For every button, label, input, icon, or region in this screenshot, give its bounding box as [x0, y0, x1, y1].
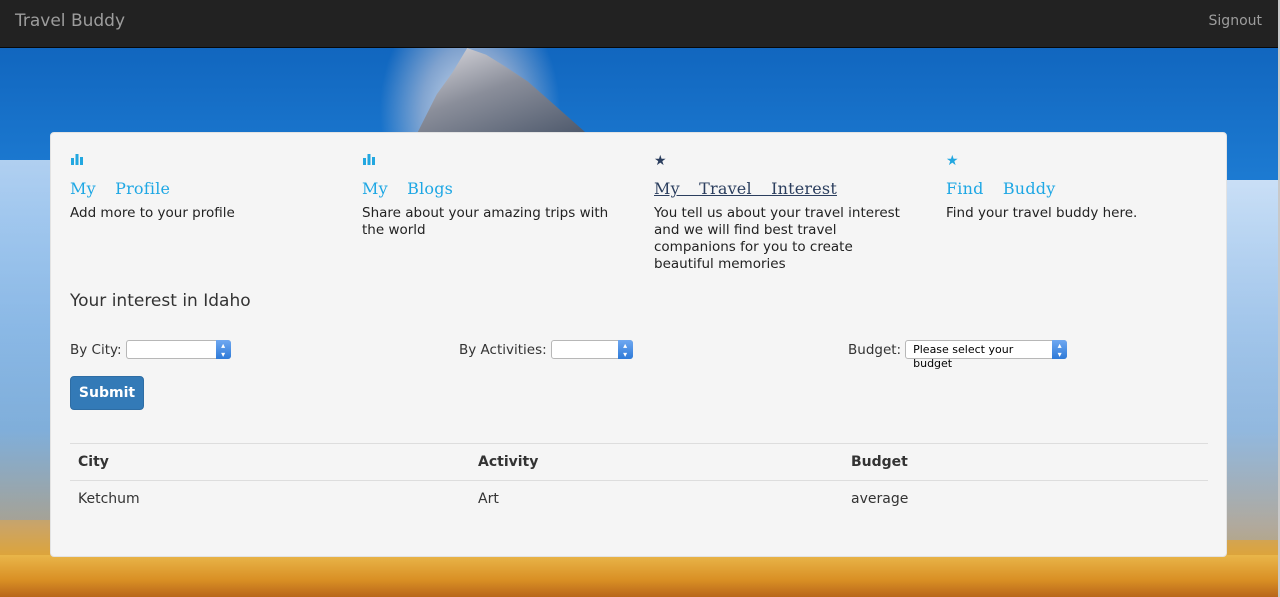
table-row: Ketchum Art average	[70, 481, 1208, 518]
my-profile-link[interactable]: My Profile	[70, 179, 325, 198]
column-header-budget: Budget	[843, 443, 1208, 481]
select-arrows-icon: ▴ ▾	[617, 340, 633, 359]
find-buddy-link[interactable]: Find Buddy	[946, 179, 1201, 198]
my-blogs-link[interactable]: My Blogs	[362, 179, 617, 198]
star-icon: ★	[946, 153, 959, 169]
main-panel: My Profile Add more to your profile My B…	[50, 132, 1227, 557]
budget-filter-label: Budget:	[848, 341, 902, 358]
feature-find-buddy: ★ Find Buddy Find your travel buddy here…	[946, 153, 1201, 222]
cell-city: Ketchum	[78, 491, 140, 508]
interest-heading: Your interest in Idaho	[70, 291, 251, 311]
find-buddy-description: Find your travel buddy here.	[946, 205, 1138, 221]
cell-budget: average	[851, 491, 909, 508]
budget-select-value: Please select your budget	[913, 343, 1014, 370]
column-header-city: City	[70, 443, 470, 481]
city-select[interactable]: ▴ ▾	[125, 340, 231, 359]
field-image	[0, 555, 1278, 597]
star-icon: ★	[654, 153, 667, 169]
column-header-activity: Activity	[470, 443, 843, 481]
my-travel-interest-link[interactable]: My Travel Interest	[654, 179, 909, 198]
city-filter: By City: ▴ ▾	[70, 340, 231, 359]
results-table: City Activity Budget Ketchum Art average	[70, 443, 1208, 518]
my-blogs-description: Share about your amazing trips with the …	[362, 205, 609, 238]
feature-my-blogs: My Blogs Share about your amazing trips …	[362, 153, 617, 239]
select-arrows-icon: ▴ ▾	[1052, 340, 1068, 359]
feature-my-travel-interest: ★ My Travel Interest You tell us about y…	[654, 153, 909, 273]
feature-my-profile: My Profile Add more to your profile	[70, 153, 325, 222]
bar-chart-icon	[362, 153, 617, 171]
submit-button[interactable]: Submit	[70, 376, 144, 410]
my-travel-interest-description: You tell us about your travel interest a…	[654, 205, 900, 272]
activities-filter: By Activities: ▴ ▾	[459, 340, 633, 359]
navbar: Travel Buddy Signout	[0, 0, 1278, 48]
my-profile-description: Add more to your profile	[70, 205, 235, 221]
table-header-row: City Activity Budget	[70, 443, 1208, 481]
budget-filter: Budget: Please select your budget ▴ ▾	[848, 340, 1068, 370]
activities-select[interactable]: ▴ ▾	[550, 340, 633, 359]
signout-link[interactable]: Signout	[1209, 13, 1262, 29]
activities-filter-label: By Activities:	[459, 341, 547, 358]
select-arrows-icon: ▴ ▾	[215, 340, 231, 359]
brand-link[interactable]: Travel Buddy	[15, 11, 125, 31]
bar-chart-icon	[70, 153, 325, 171]
city-filter-label: By City:	[70, 341, 122, 358]
budget-select[interactable]: Please select your budget ▴ ▾	[905, 340, 1068, 370]
cell-activity: Art	[478, 491, 499, 508]
